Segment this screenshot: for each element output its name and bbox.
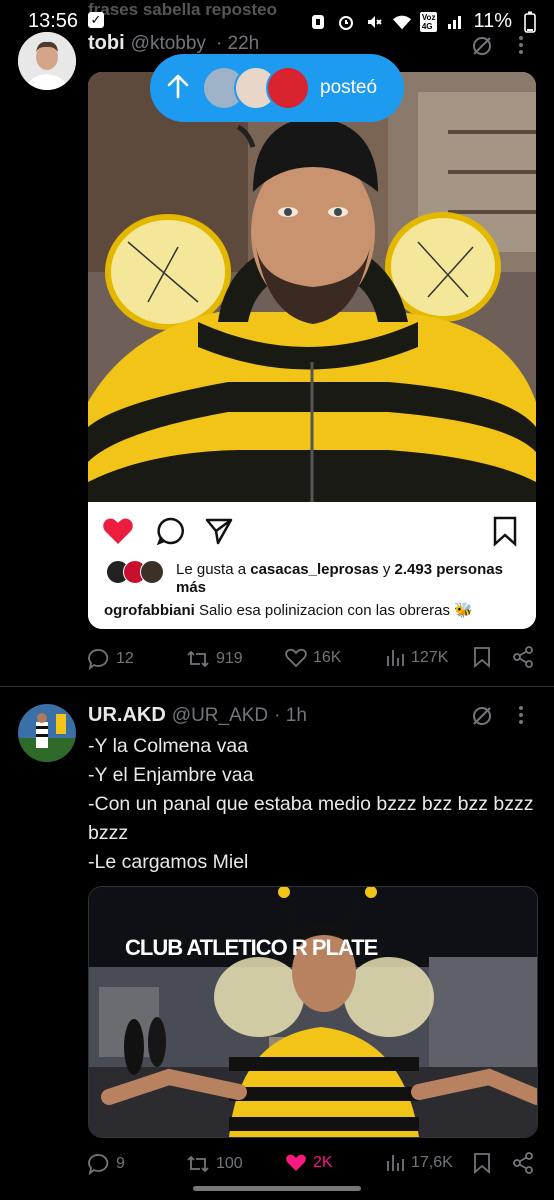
battery-percent: 11% bbox=[473, 10, 512, 32]
tweet-image-card[interactable]: Le gusta a casacas_leprosas y 2.493 pers… bbox=[88, 72, 536, 629]
views-button[interactable]: 127K bbox=[385, 648, 448, 668]
new-posts-pill[interactable]: posteó bbox=[150, 54, 404, 122]
tweet-header: UR.AKD @UR_AKD · 1h bbox=[88, 704, 307, 727]
bookmark-tweet-icon[interactable] bbox=[472, 1152, 492, 1179]
tweet-time: · 22h bbox=[215, 33, 260, 54]
views-button[interactable]: 17,6K bbox=[385, 1153, 453, 1173]
views-count: 17,6K bbox=[411, 1154, 453, 1171]
volte-badge: Voz 4G bbox=[419, 11, 438, 32]
tweet-time: · 1h bbox=[274, 705, 307, 726]
clock: 13:56 bbox=[28, 10, 79, 32]
pill-avatar bbox=[266, 66, 310, 110]
repost-count: 919 bbox=[216, 650, 243, 667]
grok-icon[interactable] bbox=[470, 704, 494, 733]
mute-icon bbox=[364, 12, 384, 32]
likes-prefix: Le gusta a bbox=[176, 561, 251, 578]
tweet-body: -Y la Colmena vaa -Y el Enjambre vaa -Co… bbox=[88, 735, 534, 873]
display-name[interactable]: UR.AKD bbox=[88, 704, 166, 727]
bookmark-icon[interactable] bbox=[492, 515, 518, 552]
battery-icon bbox=[520, 11, 540, 33]
bee-costume-photo bbox=[88, 72, 536, 502]
reply-button[interactable]: 9 bbox=[88, 1153, 125, 1175]
avatar[interactable] bbox=[18, 704, 76, 762]
like-button[interactable]: 2K bbox=[285, 1153, 333, 1173]
display-name[interactable]: tobi bbox=[88, 32, 125, 55]
tweet-video-card[interactable]: CLUB ATLETICO R PLATE bbox=[88, 886, 538, 1138]
liked-by-avatars bbox=[106, 560, 164, 584]
network-label: 4G bbox=[421, 21, 433, 31]
alarm-app-icon bbox=[308, 12, 328, 32]
caption: ogrofabbiani Salio esa polinizacion con … bbox=[104, 601, 473, 619]
notification-check-icon: ✓ bbox=[88, 12, 104, 28]
repost-count: 100 bbox=[216, 1155, 243, 1172]
wifi-icon bbox=[392, 12, 412, 32]
signal-icon bbox=[445, 12, 465, 32]
like-count: 16K bbox=[313, 649, 342, 666]
home-indicator[interactable] bbox=[193, 1186, 361, 1191]
tweet-header: tobi @ktobby · 22h bbox=[88, 32, 259, 55]
system-icons: Voz 4G 11% bbox=[308, 10, 540, 33]
more-options-icon[interactable] bbox=[518, 34, 526, 61]
bee-video-thumbnail bbox=[89, 887, 537, 1137]
caption-text: Salio esa polinizacion con las obreras 🐝 bbox=[194, 602, 473, 619]
caption-user[interactable]: ogrofabbiani bbox=[104, 602, 195, 619]
reply-count: 9 bbox=[116, 1155, 125, 1172]
heart-icon[interactable] bbox=[102, 516, 134, 551]
bookmark-tweet-icon[interactable] bbox=[472, 646, 492, 673]
likes-text: Le gusta a casacas_leprosas y 2.493 pers… bbox=[176, 560, 526, 579]
reply-count: 12 bbox=[116, 650, 134, 667]
repost-button[interactable]: 100 bbox=[186, 1153, 243, 1175]
alarm-clock-icon bbox=[336, 12, 356, 32]
like-button[interactable]: 16K bbox=[285, 648, 341, 668]
reply-button[interactable]: 12 bbox=[88, 648, 134, 670]
views-count: 127K bbox=[411, 649, 449, 666]
more-options-icon[interactable] bbox=[518, 704, 524, 731]
share-tweet-icon[interactable] bbox=[512, 1152, 534, 1179]
repost-button[interactable]: 919 bbox=[186, 648, 243, 670]
volte-label: Voz bbox=[421, 12, 436, 22]
likes-suffix: más bbox=[176, 579, 207, 596]
instagram-footer: Le gusta a casacas_leprosas y 2.493 pers… bbox=[88, 502, 536, 629]
tweet-divider bbox=[0, 686, 554, 687]
likes-user[interactable]: casacas_leprosas bbox=[250, 561, 378, 578]
avatar[interactable] bbox=[18, 32, 76, 90]
comment-icon[interactable] bbox=[156, 516, 186, 551]
like-count: 2K bbox=[313, 1154, 333, 1171]
share-tweet-icon[interactable] bbox=[512, 646, 534, 673]
liker-avatar bbox=[140, 560, 164, 584]
video-sign-text: CLUB ATLETICO R PLATE bbox=[125, 935, 378, 960]
likes-mid: y bbox=[378, 561, 395, 578]
grok-icon[interactable] bbox=[470, 34, 494, 63]
likes-count[interactable]: 2.493 personas bbox=[395, 561, 503, 578]
pill-avatars bbox=[202, 66, 310, 110]
likes-suffix-line: más bbox=[176, 579, 206, 596]
pill-label: posteó bbox=[320, 77, 378, 98]
background-tweet-text: frases sabella reposteo bbox=[88, 0, 277, 19]
user-handle[interactable]: @ktobby bbox=[131, 33, 206, 55]
share-icon[interactable] bbox=[204, 516, 234, 551]
arrow-up-icon bbox=[166, 73, 190, 104]
user-handle[interactable]: @UR_AKD bbox=[172, 705, 268, 727]
